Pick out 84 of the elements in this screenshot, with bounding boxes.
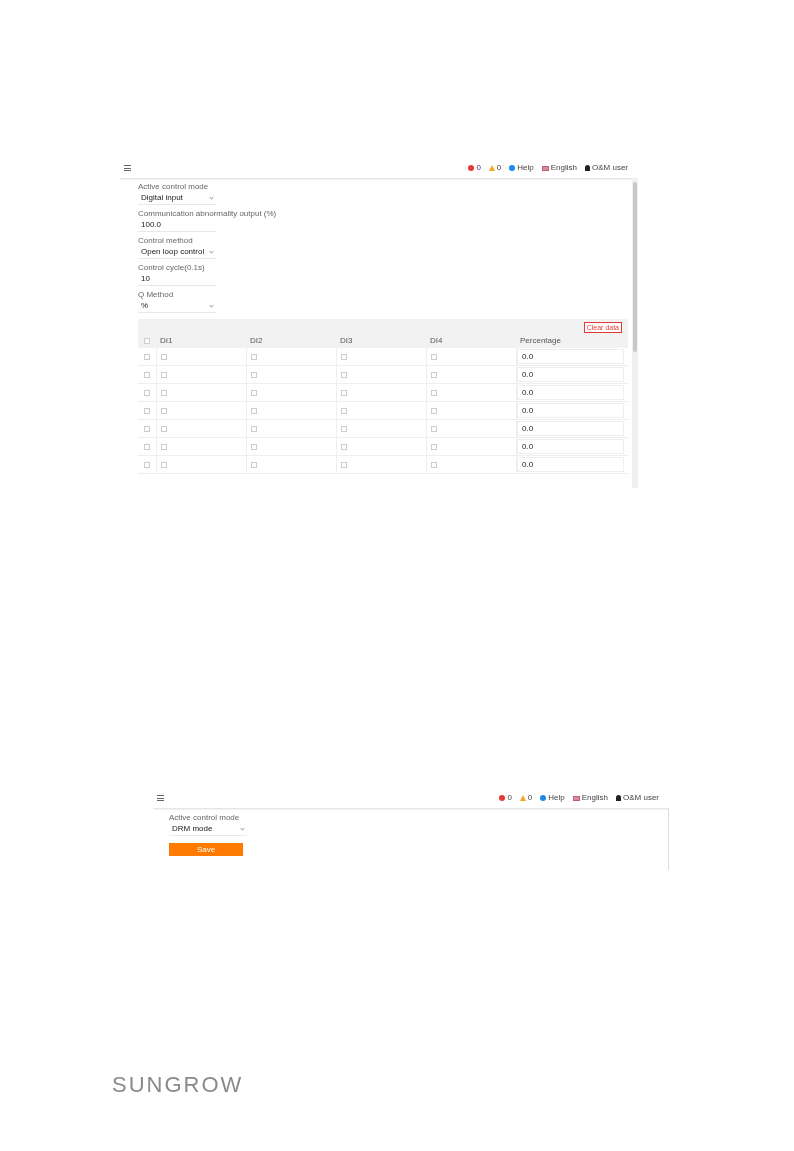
checkbox[interactable] [251, 353, 257, 360]
checkbox[interactable] [144, 425, 150, 432]
input-field[interactable]: 0.0 [517, 385, 624, 400]
user-icon [585, 165, 590, 171]
checkbox[interactable] [161, 371, 167, 378]
scrollbar[interactable] [632, 178, 638, 488]
checkbox[interactable] [431, 353, 437, 360]
input-field[interactable]: 0.0 [517, 457, 624, 472]
input-field[interactable]: 0.0 [517, 349, 624, 364]
flag-icon [572, 795, 580, 801]
input-field[interactable]: 0.0 [517, 367, 624, 382]
field-label: Control method [138, 236, 194, 245]
help-link[interactable]: Help [517, 162, 534, 174]
checkbox[interactable] [341, 353, 347, 360]
input-field[interactable]: 10 [138, 273, 216, 286]
dropdown[interactable]: Digital input [138, 192, 216, 205]
checkbox[interactable] [251, 461, 257, 468]
checkbox[interactable] [161, 443, 167, 450]
brand-logo: SUNGROW [112, 1071, 244, 1099]
checkbox[interactable] [341, 389, 347, 396]
checkbox[interactable] [144, 371, 150, 378]
checkbox[interactable] [161, 353, 167, 360]
dropdown[interactable]: DRM mode [169, 823, 247, 836]
warning-count: 0 [496, 162, 502, 174]
checkbox[interactable] [144, 443, 150, 450]
error-icon [499, 795, 506, 801]
help-icon [509, 165, 516, 171]
field-label: Control cycle(0.1s) [138, 263, 206, 272]
error-icon [468, 165, 475, 171]
checkbox[interactable] [431, 371, 437, 378]
error-count: 0 [507, 792, 512, 804]
checkbox[interactable] [144, 389, 150, 396]
checkbox[interactable] [144, 337, 150, 344]
column-header: Percentage [519, 334, 562, 347]
help-link[interactable]: Help [548, 792, 565, 804]
menu-icon[interactable] [124, 165, 131, 171]
checkbox[interactable] [251, 371, 257, 378]
input-field[interactable]: 0.0 [517, 439, 624, 454]
checkbox[interactable] [251, 425, 257, 432]
field-label: Active control mode [169, 813, 241, 822]
checkbox[interactable] [144, 461, 150, 468]
menu-icon[interactable] [157, 795, 164, 801]
field-label: Active control mode [138, 182, 210, 191]
checkbox[interactable] [431, 461, 437, 468]
language-selector[interactable]: English [550, 162, 577, 174]
input-field[interactable]: 100.0 [138, 219, 216, 232]
field-label: Q Method [138, 290, 175, 299]
checkbox[interactable] [341, 371, 347, 378]
checkbox[interactable] [431, 443, 437, 450]
checkbox[interactable] [431, 389, 437, 396]
language-selector[interactable]: English [581, 792, 608, 804]
column-header: DI1 [159, 334, 174, 347]
checkbox[interactable] [161, 461, 167, 468]
column-header: DI3 [339, 334, 354, 347]
column-header: DI2 [249, 334, 264, 347]
checkbox[interactable] [161, 407, 167, 414]
user-menu[interactable]: O&M user [623, 792, 659, 804]
input-field[interactable]: 0.0 [517, 421, 624, 436]
warning-icon [519, 795, 526, 801]
help-icon [540, 795, 547, 801]
checkbox[interactable] [161, 425, 167, 432]
checkbox[interactable] [251, 389, 257, 396]
checkbox[interactable] [341, 425, 347, 432]
checkbox[interactable] [431, 407, 437, 414]
user-icon [616, 795, 621, 801]
input-field[interactable]: 0.0 [517, 403, 624, 418]
dropdown[interactable]: Open loop control [138, 246, 216, 259]
error-count: 0 [476, 162, 481, 174]
column-header: DI4 [429, 334, 444, 347]
warning-icon [488, 165, 495, 171]
checkbox[interactable] [341, 461, 347, 468]
checkbox[interactable] [341, 443, 347, 450]
checkbox[interactable] [144, 353, 150, 360]
flag-icon [541, 165, 549, 171]
dropdown[interactable]: % [138, 300, 216, 313]
checkbox[interactable] [431, 425, 437, 432]
checkbox[interactable] [341, 407, 347, 414]
checkbox[interactable] [161, 389, 167, 396]
checkbox[interactable] [251, 407, 257, 414]
field-label: Communication abnormality output (%) [138, 209, 278, 218]
user-menu[interactable]: O&M user [592, 162, 628, 174]
checkbox[interactable] [144, 407, 150, 414]
warning-count: 0 [527, 792, 533, 804]
checkbox[interactable] [251, 443, 257, 450]
